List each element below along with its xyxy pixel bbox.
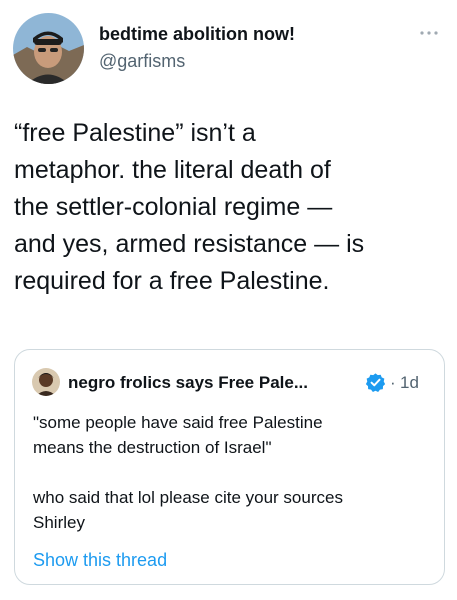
tweet-text: “free Palestine” isn’t a metaphor. the l… xyxy=(14,119,365,295)
quote-timestamp[interactable]: 1d xyxy=(400,373,419,393)
more-options-icon[interactable] xyxy=(415,24,443,42)
avatar-photo-icon xyxy=(13,13,84,84)
quote-tweet-text: "some people have said free Palestine me… xyxy=(33,413,343,532)
quote-avatar-photo-icon xyxy=(32,368,60,396)
author-display-name[interactable]: bedtime abolition now! xyxy=(99,24,295,45)
quote-tweet-card[interactable]: negro frolics says Free Pale... · 1d "so… xyxy=(14,349,445,585)
dot-separator: · xyxy=(390,373,396,392)
author-handle[interactable]: @garfisms xyxy=(99,51,185,72)
quote-author-display-name[interactable]: negro frolics says Free Pale... xyxy=(68,373,353,393)
author-avatar[interactable] xyxy=(13,13,84,84)
quote-author-avatar[interactable] xyxy=(32,368,60,396)
verified-badge-icon xyxy=(365,372,386,393)
show-this-thread-link[interactable]: Show this thread xyxy=(33,550,167,571)
